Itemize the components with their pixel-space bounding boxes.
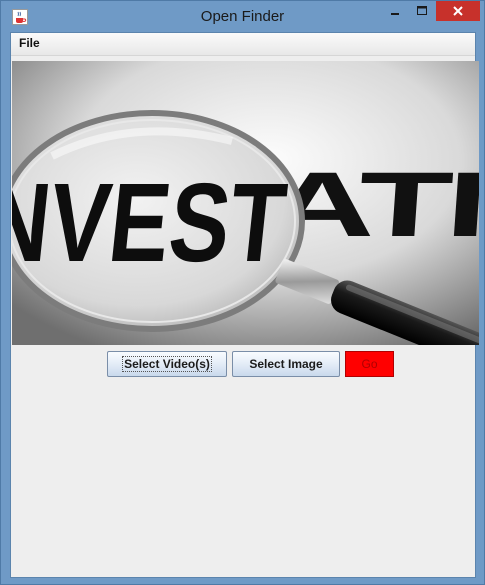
investigation-banner-image: GATI NVEST <box>12 61 479 345</box>
app-window: Open Finder File NVEST Select Video(s) S… <box>0 0 485 585</box>
minimize-icon <box>391 13 399 15</box>
minimize-button[interactable] <box>382 1 408 21</box>
close-button[interactable] <box>436 1 480 21</box>
content-pane: File NVEST Select Video(s) Select Image … <box>10 32 479 578</box>
action-buttons-row: Select Video(s) Select Image Go <box>11 351 475 377</box>
title-bar[interactable]: Open Finder <box>1 1 484 32</box>
close-icon <box>453 6 463 16</box>
maximize-icon <box>417 6 427 15</box>
select-videos-button[interactable]: Select Video(s) <box>107 351 227 377</box>
menu-file[interactable]: File <box>17 36 42 50</box>
maximize-button[interactable] <box>409 1 435 21</box>
go-button[interactable]: Go <box>345 351 394 377</box>
select-image-button[interactable]: Select Image <box>232 351 340 377</box>
svg-text:NVEST: NVEST <box>12 159 292 285</box>
menu-bar: File <box>11 33 475 56</box>
select-videos-label: Select Video(s) <box>122 356 212 372</box>
